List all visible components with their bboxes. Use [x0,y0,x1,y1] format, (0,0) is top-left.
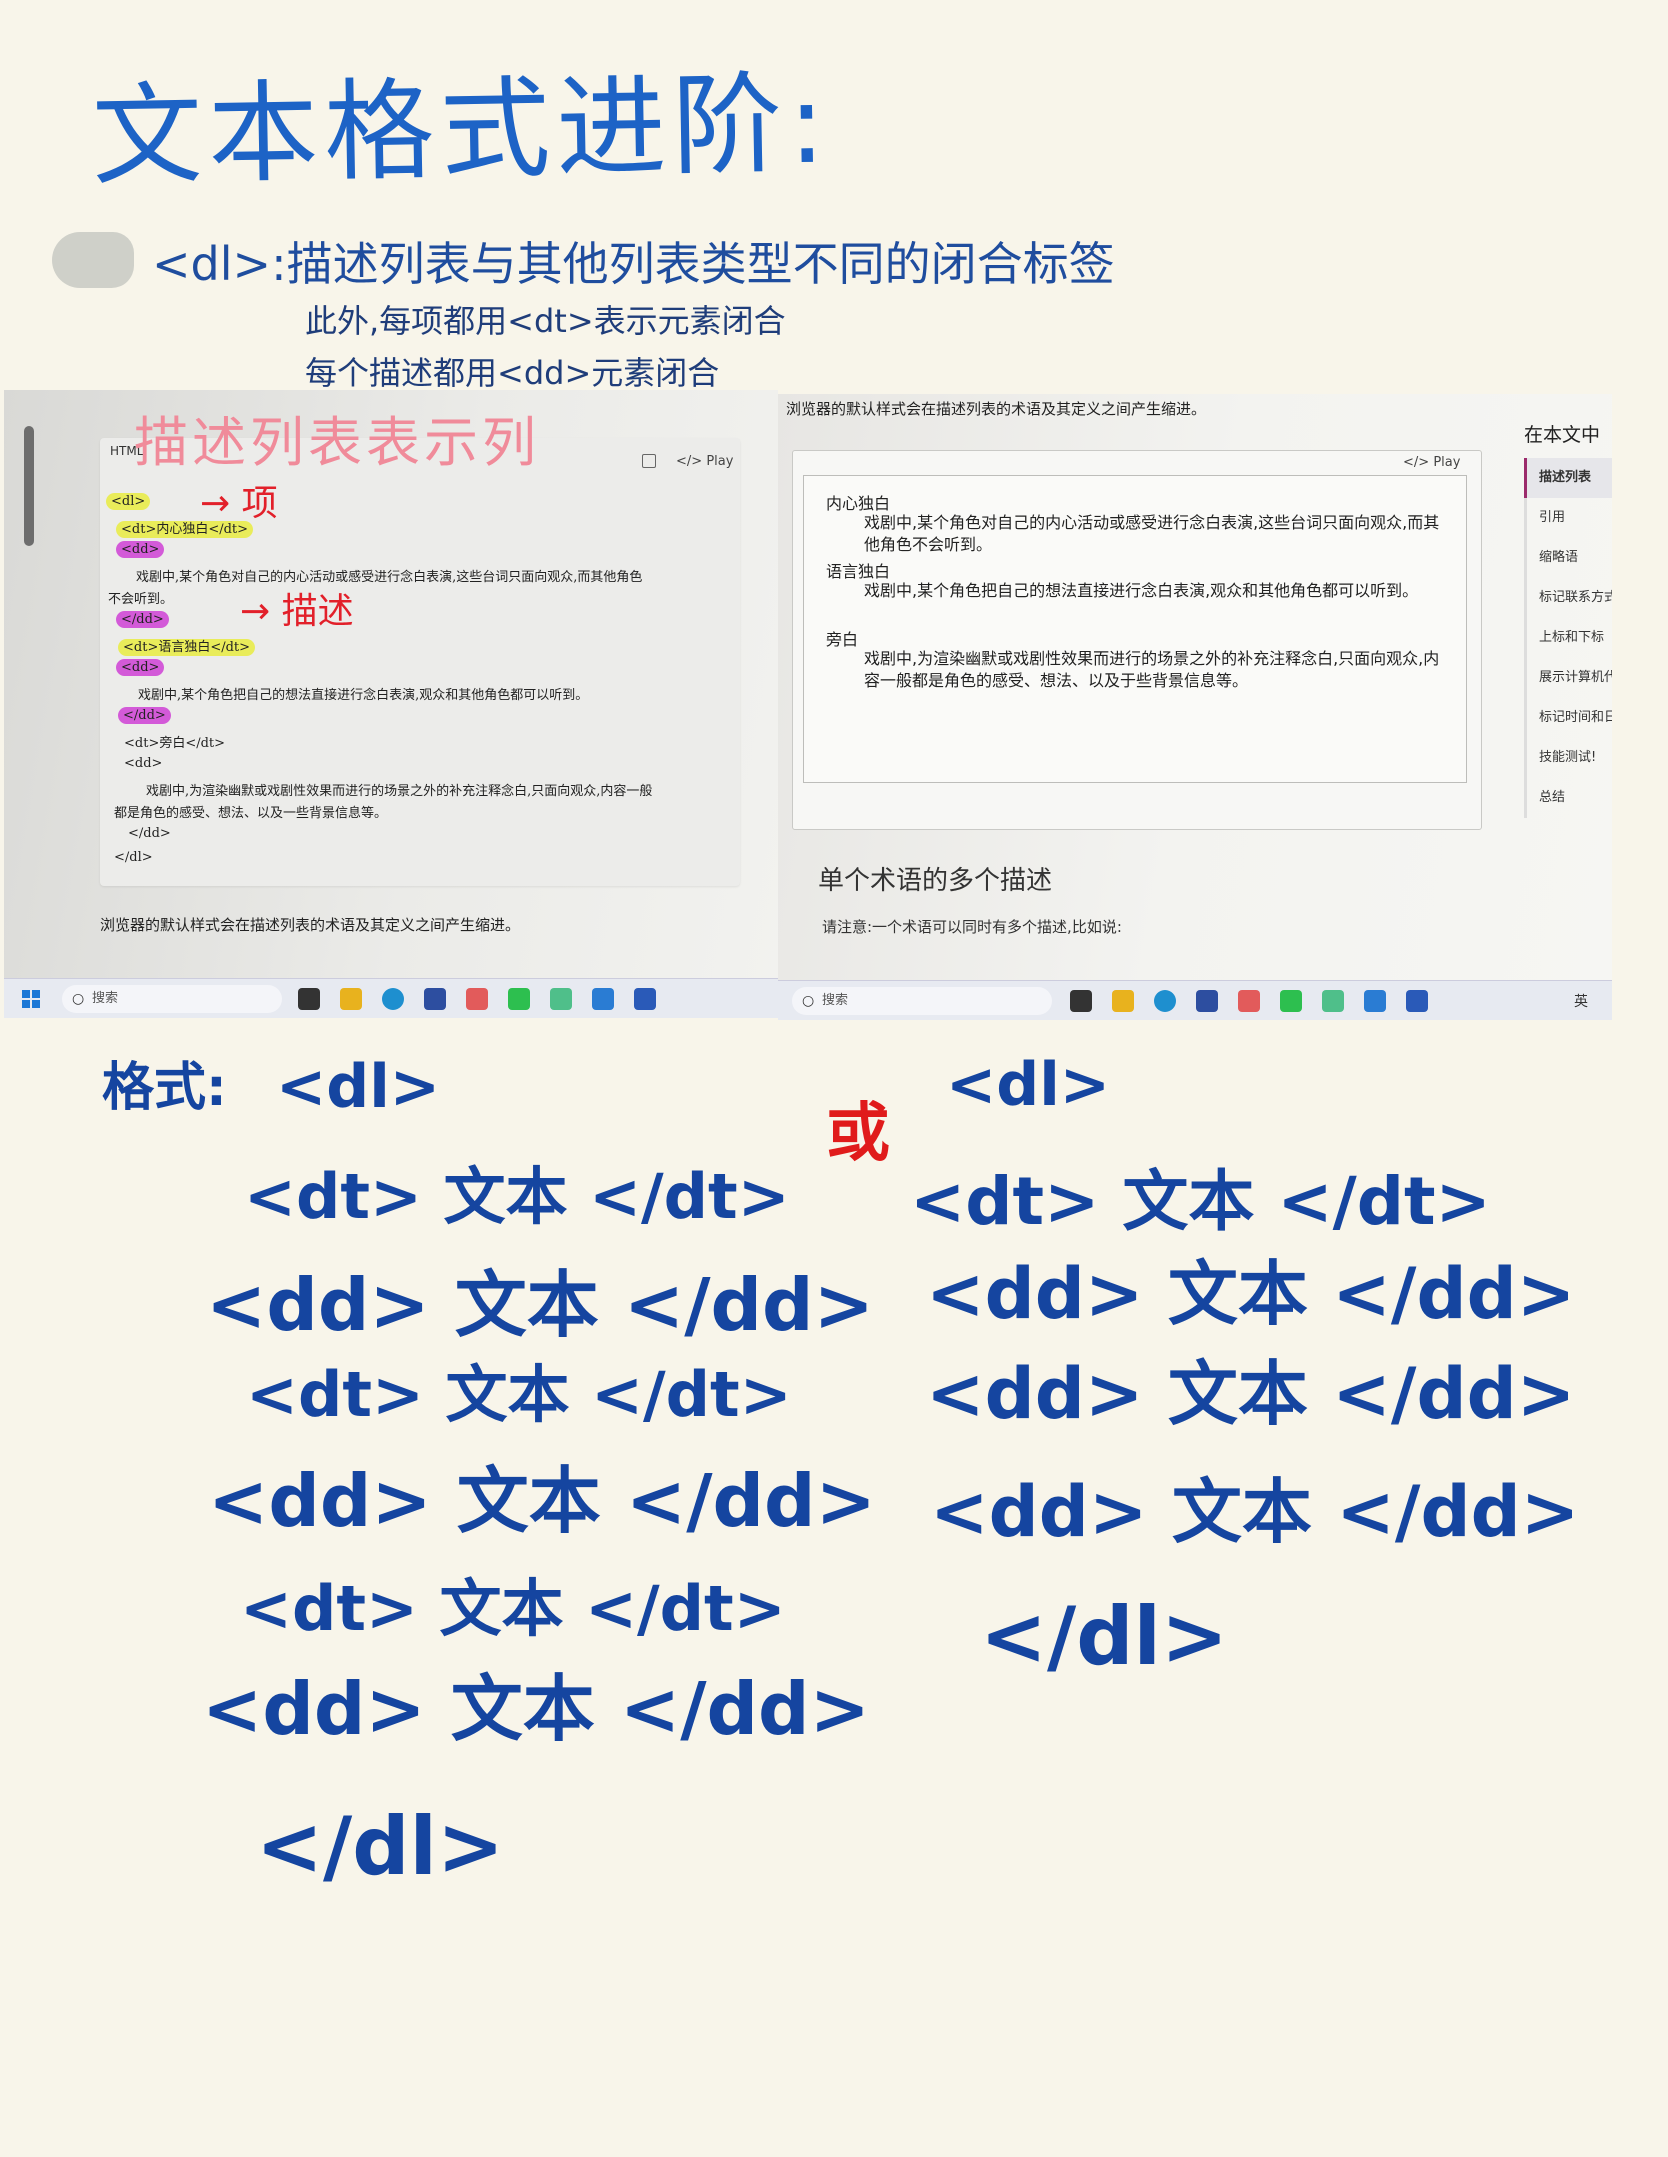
term: 内心独白 [826,494,891,513]
code-example-box: HTML </> Play <dl> <dt>内心独白</dt> <dd> 戏剧… [100,438,740,886]
taskbar: 搜索 [4,978,778,1018]
format-right-line: <dt> 文本 </dt> [910,1163,1491,1240]
caption: 浏览器的默认样式会在描述列表的术语及其定义之间产生缩进。 [100,916,521,934]
annotation-title: 描述列表表示列 [134,411,540,474]
code-line: 都是角色的感受、想法、以及一些背景信息等。 [114,806,388,821]
code-line: <dt>语言独白</dt> [118,639,256,656]
code-line: <dd> [116,541,165,558]
format-left-line: <dd> 文本 </dd> [202,1667,870,1751]
code-line: <dd> [124,756,163,771]
qq-icon[interactable] [1238,990,1260,1012]
format-left-line: <dd> 文本 </dd> [208,1459,876,1543]
description: 戏剧中,为渲染幽默或戏剧性效果而进行的场景之外的补充注释念白,只面向观众,内容一… [864,649,1440,690]
toc-item[interactable]: 缩略语 [1527,538,1612,578]
file-explorer-icon[interactable] [340,988,362,1010]
format-right-line: <dl> [946,1050,1111,1120]
description: 戏剧中,某个角色把自己的想法直接进行念白表演,观众和其他角色都可以听到。 [864,581,1419,600]
table-of-contents: 描述列表 引用 缩略语 标记联系方式 上标和下标 展示计算机代码 标记时间和日期… [1524,458,1612,818]
section-note: 请注意:一个术语可以同时有多个描述,比如说: [822,918,1122,936]
vscode-icon[interactable] [1364,990,1386,1012]
play-button[interactable]: </> Play [1403,455,1460,470]
wechat-icon[interactable] [508,988,530,1010]
section-heading: 单个术语的多个描述 [818,866,1053,896]
code-line: <dl> [106,493,151,510]
taskbar-search[interactable]: 搜索 [62,985,282,1013]
or-label: 或 [826,1097,890,1171]
code-line: 不会听到。 [108,592,174,607]
edge-icon[interactable] [382,988,404,1010]
format-right-line: <dd> 文本 </dd> [926,1253,1576,1335]
edge-icon[interactable] [1154,990,1176,1012]
task-view-icon[interactable] [1070,990,1092,1012]
screenshot-photo-left: HTML </> Play <dl> <dt>内心独白</dt> <dd> 戏剧… [4,390,778,1018]
toc-item[interactable]: 技能测试! [1527,738,1612,778]
copy-icon[interactable] [642,454,656,468]
play-label: Play [706,454,734,469]
play-label: Play [1433,455,1461,470]
code-line: 戏剧中,某个角色把自己的想法直接进行念白表演,观众和其他角色都可以听到。 [138,688,589,703]
format-label: 格式: [102,1058,227,1118]
bullet-blob [52,232,134,288]
toc-item[interactable]: 上标和下标 [1527,618,1612,658]
note-line-1: <dl>:描述列表与其他列表类型不同的闭合标签 [152,237,1115,291]
store-icon[interactable] [1196,990,1218,1012]
format-right-line: <dd> 文本 </dd> [926,1353,1576,1435]
play-button[interactable]: </> Play [676,454,733,469]
windows-start-icon[interactable] [22,990,40,1008]
format-right-line: </dl> [980,1590,1228,1683]
task-view-icon[interactable] [298,988,320,1010]
code-line: <dt>旁白</dt> [124,736,226,751]
description: 戏剧中,某个角色对自己的内心活动或感受进行念白表演,这些台词只面向观众,而其他角… [864,513,1440,554]
format-left-line: <dl> [276,1052,441,1122]
wechat-icon[interactable] [1280,990,1302,1012]
code-line: </dd> [116,611,169,628]
tray-language[interactable]: 英 [1574,991,1588,1011]
code-line: </dd> [128,826,171,841]
code-line: </dd> [118,707,171,724]
code-line: </dl> [114,850,153,865]
toc-title: 在本文中 [1524,424,1601,446]
taskbar-search[interactable]: 搜索 [792,987,1052,1015]
qq-icon[interactable] [466,988,488,1010]
taskbar: 搜索 英 [778,980,1612,1020]
notes-title: 文本格式进阶: [91,59,833,201]
word-icon[interactable] [634,988,656,1010]
term: 语言独白 [826,562,891,581]
code-line: 戏剧中,为渲染幽默或戏剧性效果而进行的场景之外的补充注释念白,只面向观众,内容一… [146,784,653,799]
word-icon[interactable] [1406,990,1428,1012]
app-icon[interactable] [550,988,572,1010]
note-line-3: 每个描述都用<dd>元素闭合 [305,354,720,392]
toc-item[interactable]: 标记联系方式 [1527,578,1612,618]
toc-item[interactable]: 标记时间和日期 [1527,698,1612,738]
toc-item[interactable]: 展示计算机代码 [1527,658,1612,698]
code-line: 戏剧中,某个角色对自己的内心活动或感受进行念白表演,这些台词只面向观众,而其他角… [136,570,643,585]
screenshot-photo-right: 浏览器的默认样式会在描述列表的术语及其定义之间产生缩进。 </> Play 内心… [778,394,1612,1020]
app-icon[interactable] [1322,990,1344,1012]
caption-top: 浏览器的默认样式会在描述列表的术语及其定义之间产生缩进。 [786,400,1207,418]
scrollbar[interactable] [24,426,34,546]
term: 旁白 [826,630,859,649]
format-right-line: <dd> 文本 </dd> [930,1471,1580,1553]
file-explorer-icon[interactable] [1112,990,1134,1012]
toc-item[interactable]: 引用 [1527,498,1612,538]
format-left-line: <dd> 文本 </dd> [206,1263,874,1347]
note-line-2: 此外,每项都用<dt>表示元素闭合 [305,302,786,340]
store-icon[interactable] [424,988,446,1010]
format-left-line: <dt> 文本 </dt> [244,1160,790,1233]
format-left-line: </dl> [256,1800,504,1893]
toc-item[interactable]: 总结 [1527,778,1612,818]
format-left-line: <dt> 文本 </dt> [240,1572,786,1645]
demo-output-box: </> Play 内心独白 戏剧中,某个角色对自己的内心活动或感受进行念白表演,… [792,450,1482,830]
code-line: <dd> [116,659,165,676]
rendered-dl: 内心独白 戏剧中,某个角色对自己的内心活动或感受进行念白表演,这些台词只面向观众… [803,475,1467,783]
format-left-line: <dt> 文本 </dt> [246,1358,792,1431]
vscode-icon[interactable] [592,988,614,1010]
annotation-item: → 项 [200,483,278,524]
annotation-desc: → 描述 [240,591,354,632]
toc-item[interactable]: 描述列表 [1524,458,1612,498]
